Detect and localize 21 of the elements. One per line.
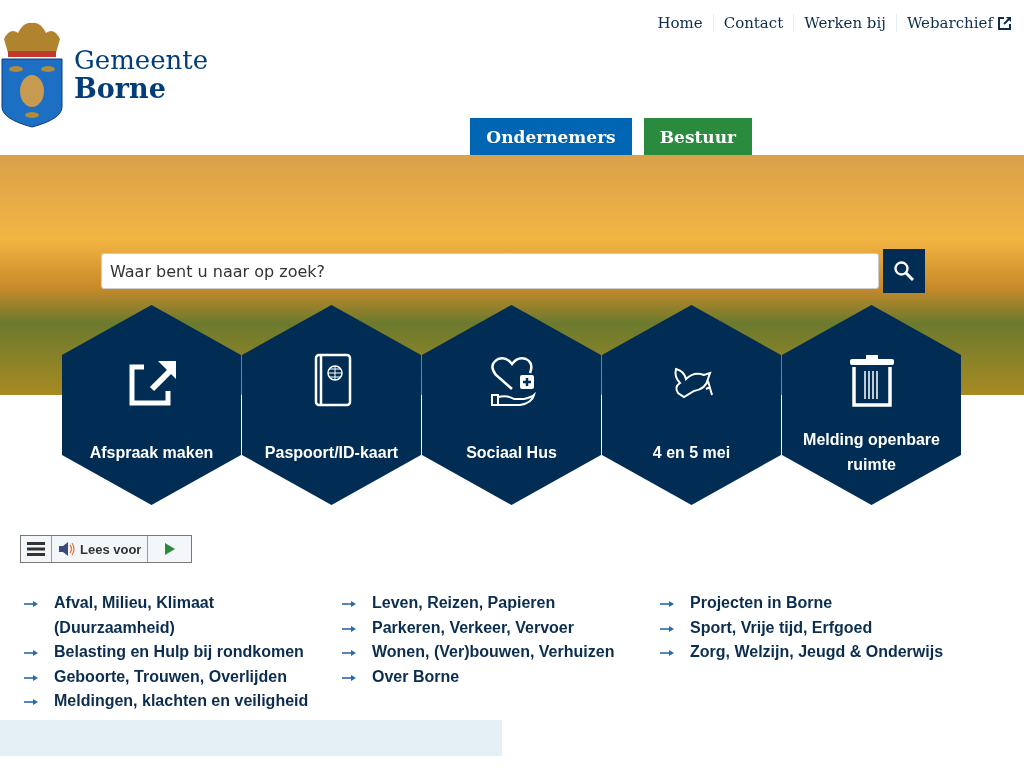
- audience-tab[interactable]: Ondernemers: [470, 118, 632, 155]
- topic-link[interactable]: Zorg, Welzijn, Jeugd & Onderwijs: [690, 640, 944, 665]
- topic-link[interactable]: Meldingen, klachten en veiligheid: [54, 689, 309, 714]
- nav-link[interactable]: Home: [647, 14, 713, 32]
- nav-link[interactable]: Werken bij: [793, 14, 896, 32]
- search-field[interactable]: Waar bent u naar op zoek?: [101, 253, 879, 289]
- topic-link[interactable]: Afval, Milieu, Klimaat (Duurzaamheid): [54, 591, 316, 640]
- topic-link[interactable]: Wonen, (Ver)bouwen, Verhuizen: [372, 640, 615, 665]
- topic-link[interactable]: Projecten in Borne: [690, 591, 833, 616]
- topic-link[interactable]: Belasting en Hulp bij rondkomen: [54, 640, 304, 665]
- topic-link[interactable]: Over Borne: [372, 664, 460, 689]
- nav-link[interactable]: Webarchief: [895, 14, 1022, 32]
- logo-text: Borne: [74, 74, 167, 102]
- topic-link[interactable]: Sport, Vrije tijd, Erfgoed: [690, 615, 873, 640]
- topic-link[interactable]: Leven, Reizen, Papieren: [372, 591, 556, 616]
- nav-link[interactable]: Contact: [712, 14, 794, 32]
- audience-tab[interactable]: Bestuur: [643, 118, 752, 155]
- logo-link[interactable]: Gemeente Borne: [0, 0, 209, 130]
- logo-text: Gemeente: [74, 46, 209, 73]
- topic-link[interactable]: Parkeren, Verkeer, Vervoer: [372, 615, 574, 640]
- topic-link[interactable]: Geboorte, Trouwen, Overlijden: [54, 664, 287, 689]
